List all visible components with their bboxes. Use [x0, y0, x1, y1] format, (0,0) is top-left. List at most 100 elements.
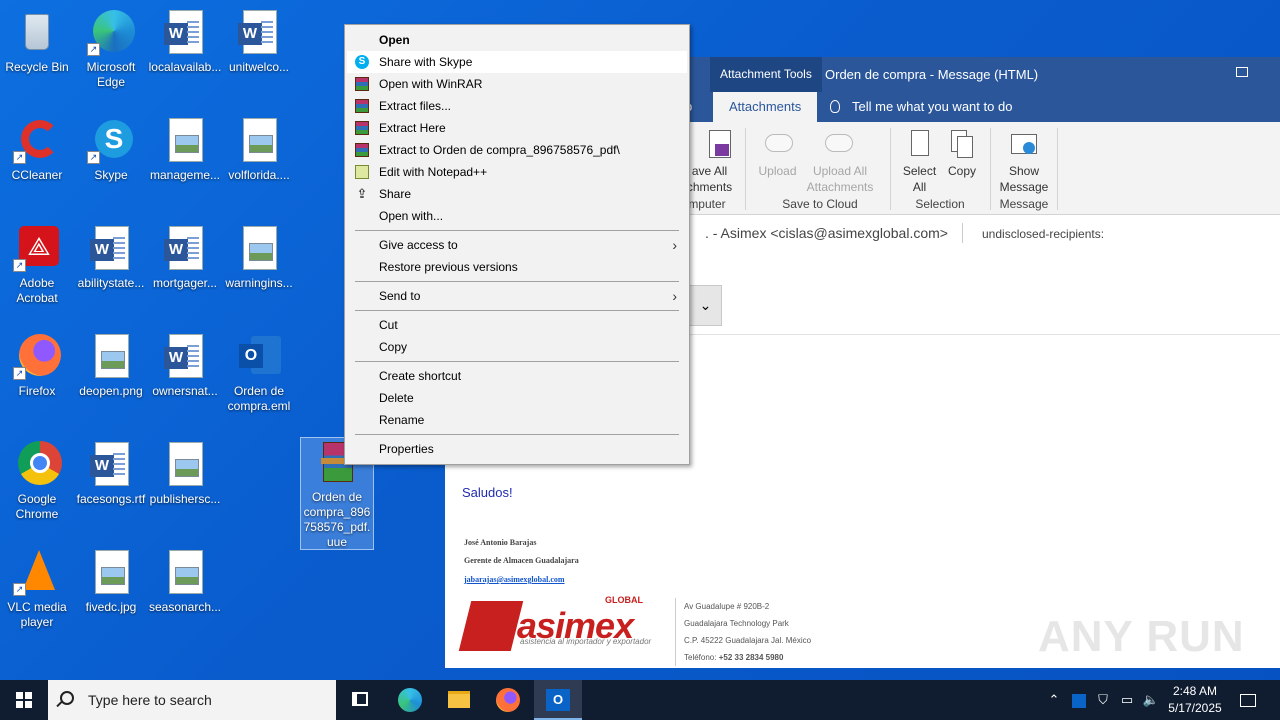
- desktop-icon-firefox[interactable]: ↗ Firefox: [0, 332, 74, 399]
- desktop-icon-chrome[interactable]: Google Chrome: [0, 440, 74, 522]
- desktop-icon-ccleaner[interactable]: ↗ CCleaner: [0, 116, 74, 183]
- show-message-button[interactable]: Show Message: [995, 128, 1053, 195]
- menu-item-properties[interactable]: Properties: [347, 438, 687, 460]
- desktop-icon-ownersnat[interactable]: W ownersnat...: [148, 332, 222, 399]
- icon-label: deopen.png: [79, 384, 143, 398]
- menu-item-cut[interactable]: Cut: [347, 314, 687, 336]
- taskbar-search-box[interactable]: Type here to search: [48, 680, 336, 720]
- icon-label: unitwelco...: [228, 60, 290, 74]
- tab-attachments[interactable]: Attachments: [713, 92, 818, 122]
- desktop-icon-unitwelco[interactable]: W unitwelco...: [222, 8, 296, 75]
- desktop-icon-edge[interactable]: ↗ Microsoft Edge: [74, 8, 148, 90]
- menu-item-open-with-winrar[interactable]: Open with WinRAR: [347, 73, 687, 95]
- icon-label: fivedc.jpg: [85, 600, 137, 614]
- menu-item-open-with[interactable]: Open with...: [347, 205, 687, 227]
- word-document-icon: W: [161, 8, 209, 56]
- ribbon-display-options-icon[interactable]: [1236, 67, 1248, 77]
- menu-item-open[interactable]: Open: [347, 29, 687, 51]
- group-label-save-to-cloud: Save to Cloud: [782, 197, 858, 211]
- tray-network[interactable]: ▭: [1116, 680, 1138, 720]
- attachment-dropdown-button[interactable]: ⌄: [689, 285, 722, 326]
- task-view-button[interactable]: [336, 680, 384, 720]
- image-file-icon: [161, 116, 209, 164]
- taskbar-firefox[interactable]: [484, 680, 532, 720]
- tray-volume[interactable]: 🔈: [1140, 680, 1162, 720]
- ribbon-separator: [890, 128, 891, 210]
- menu-item-share-with-skype[interactable]: S Share with Skype: [347, 51, 687, 73]
- desktop-icon-publishersc[interactable]: publishersc...: [148, 440, 222, 507]
- menu-item-label: Delete: [379, 391, 414, 405]
- icon-label: volflorida....: [228, 168, 290, 182]
- taskbar-outlook[interactable]: O: [534, 680, 582, 720]
- desktop-icon-abilitystate[interactable]: W abilitystate...: [74, 224, 148, 291]
- start-button[interactable]: [0, 680, 48, 720]
- desktop-icon-manageme[interactable]: manageme...: [148, 116, 222, 183]
- asimex-logo: asimex GLOBAL asistencia al importador y…: [458, 595, 659, 655]
- taskbar-edge[interactable]: [386, 680, 434, 720]
- edge-icon: [398, 688, 422, 712]
- cloud-icon: [763, 128, 793, 160]
- tray-outlook[interactable]: [1068, 680, 1090, 720]
- tray-network-shield[interactable]: ⛉: [1092, 680, 1114, 720]
- notepad-plus-plus-icon: [355, 165, 369, 179]
- ribbon-separator: [990, 128, 991, 210]
- desktop-icon-skype[interactable]: S ↗ Skype: [74, 116, 148, 183]
- desktop-icon-deopen[interactable]: deopen.png: [74, 332, 148, 399]
- signature-role: Gerente de Almacen Guadalajara: [464, 556, 579, 565]
- shield-icon: ⛉: [1098, 692, 1108, 707]
- icon-label: abilitystate...: [77, 276, 145, 290]
- action-center-button[interactable]: [1230, 680, 1266, 720]
- menu-item-extract-to[interactable]: Extract to Orden de compra_896758576_pdf…: [347, 139, 687, 161]
- network-icon: ▭: [1120, 692, 1134, 707]
- menu-item-extract-files[interactable]: Extract files...: [347, 95, 687, 117]
- upload-all-attachments-button[interactable]: Upload All Attachments: [795, 128, 885, 195]
- desktop-icon-localavailab[interactable]: W localavailab...: [148, 8, 222, 75]
- menu-item-label: Share with Skype: [379, 55, 473, 69]
- tell-me-search[interactable]: Tell me what you want to do: [830, 92, 1012, 122]
- menu-item-label: Properties: [379, 442, 434, 456]
- desktop-icon-fivedc[interactable]: fivedc.jpg: [74, 548, 148, 615]
- menu-item-extract-here[interactable]: Extract Here: [347, 117, 687, 139]
- icon-label: VLC media player: [7, 600, 67, 629]
- tell-me-label: Tell me what you want to do: [852, 99, 1013, 114]
- menu-item-label: Rename: [379, 413, 425, 427]
- menu-item-send-to[interactable]: Send to ›: [347, 285, 687, 307]
- menu-item-rename[interactable]: Rename: [347, 409, 687, 431]
- menu-item-share[interactable]: ⇪ Share: [347, 183, 687, 205]
- copy-button[interactable]: Copy: [942, 128, 982, 179]
- menu-item-label: Copy: [379, 340, 408, 354]
- image-file-icon: [87, 548, 135, 596]
- desktop-icon-vlc[interactable]: ↗ VLC media player: [0, 548, 74, 630]
- outlook-message-icon: O: [235, 332, 283, 380]
- taskbar-clock[interactable]: 2:48 AM 5/17/2025: [1166, 683, 1224, 717]
- menu-item-restore-previous-versions[interactable]: Restore previous versions: [347, 256, 687, 278]
- desktop-icon-warningins[interactable]: warningins...: [222, 224, 296, 291]
- show-message-icon: [1009, 128, 1039, 160]
- signature-email-link[interactable]: jabarajas@asimexglobal.com: [464, 575, 565, 584]
- show-hidden-icons-button[interactable]: ⌃: [1044, 680, 1064, 720]
- chevron-right-icon: ›: [672, 288, 677, 304]
- menu-item-copy[interactable]: Copy: [347, 336, 687, 358]
- skype-icon: S: [355, 55, 369, 69]
- ccleaner-icon: ↗: [13, 116, 61, 164]
- desktop-icon-recycle-bin[interactable]: Recycle Bin: [0, 8, 74, 75]
- desktop-icon-seasonarch[interactable]: seasonarch...: [148, 548, 222, 615]
- address-line: Guadalajara Technology Park: [684, 619, 789, 628]
- desktop-icon-adobe-acrobat[interactable]: ⟁ ↗ Adobe Acrobat: [0, 224, 74, 306]
- desktop-icon-volflorida[interactable]: volflorida....: [222, 116, 296, 183]
- menu-item-give-access-to[interactable]: Give access to ›: [347, 234, 687, 256]
- menu-item-label: Share: [379, 187, 412, 201]
- winrar-icon: [355, 77, 369, 91]
- taskbar-file-explorer[interactable]: [435, 680, 483, 720]
- chrome-icon: [13, 440, 62, 488]
- menu-item-delete[interactable]: Delete: [347, 387, 687, 409]
- icon-label: publishersc...: [149, 492, 221, 506]
- menu-item-edit-with-notepad[interactable]: Edit with Notepad++: [347, 161, 687, 183]
- select-all-button[interactable]: Select All: [897, 128, 942, 195]
- menu-separator: [355, 361, 679, 362]
- desktop-icon-orden-eml[interactable]: O Orden de compra.eml: [222, 332, 296, 414]
- outlook-icon: O: [546, 689, 570, 711]
- desktop-icon-facesongs[interactable]: W facesongs.rtf: [74, 440, 148, 507]
- desktop-icon-mortgager[interactable]: W mortgager...: [148, 224, 222, 291]
- menu-item-create-shortcut[interactable]: Create shortcut: [347, 365, 687, 387]
